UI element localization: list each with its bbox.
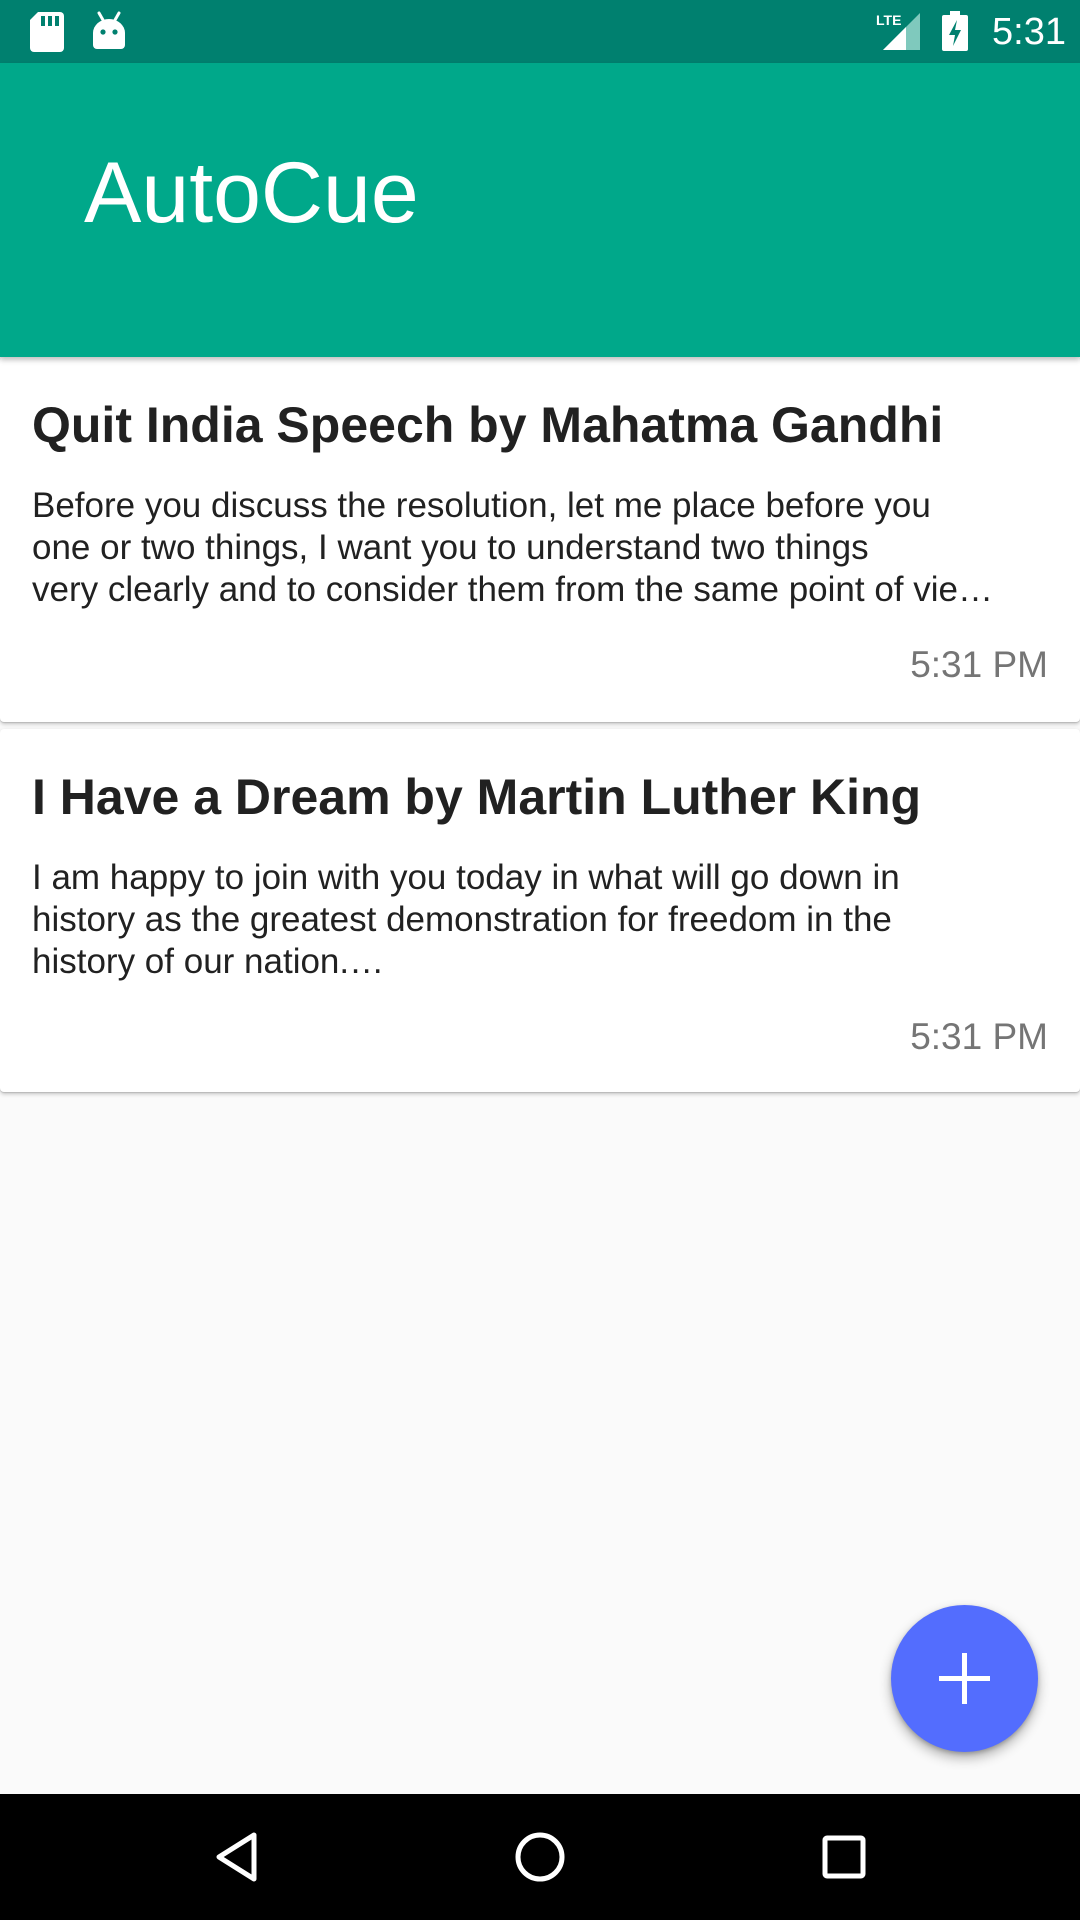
script-title: I Have a Dream by Martin Luther King (32, 769, 922, 825)
app-title: AutoCue (84, 145, 419, 241)
sd-card-icon (30, 12, 64, 57)
status-time: 5:31 (992, 11, 1066, 53)
status-bar: LTE 5:31 (0, 0, 1080, 63)
script-timestamp: 5:31 PM (910, 1016, 1048, 1057)
back-icon (216, 1832, 257, 1882)
script-title: Quit India Speech by Mahatma Gandhi (32, 397, 944, 453)
recents-button[interactable] (781, 1794, 907, 1920)
script-preview: I am happy to join with you today in wha… (32, 858, 900, 981)
script-preview: Before you discuss the resolution, let m… (32, 486, 993, 609)
svg-text:LTE: LTE (876, 12, 901, 28)
lte-signal-icon: LTE (874, 11, 922, 56)
back-button[interactable] (173, 1794, 299, 1920)
recents-icon (822, 1835, 866, 1879)
app-bar: AutoCue (0, 63, 1080, 357)
add-script-button[interactable] (891, 1605, 1038, 1752)
navigation-bar (0, 1794, 1080, 1920)
android-icon (92, 11, 126, 56)
home-icon (515, 1832, 565, 1882)
battery-charging-icon (942, 11, 968, 56)
script-card[interactable]: I Have a Dream by Martin Luther King I a… (0, 729, 1080, 1092)
plus-icon (939, 1653, 990, 1704)
home-button[interactable] (477, 1794, 603, 1920)
script-timestamp: 5:31 PM (910, 644, 1048, 685)
script-card[interactable]: Quit India Speech by Mahatma Gandhi Befo… (0, 357, 1080, 722)
